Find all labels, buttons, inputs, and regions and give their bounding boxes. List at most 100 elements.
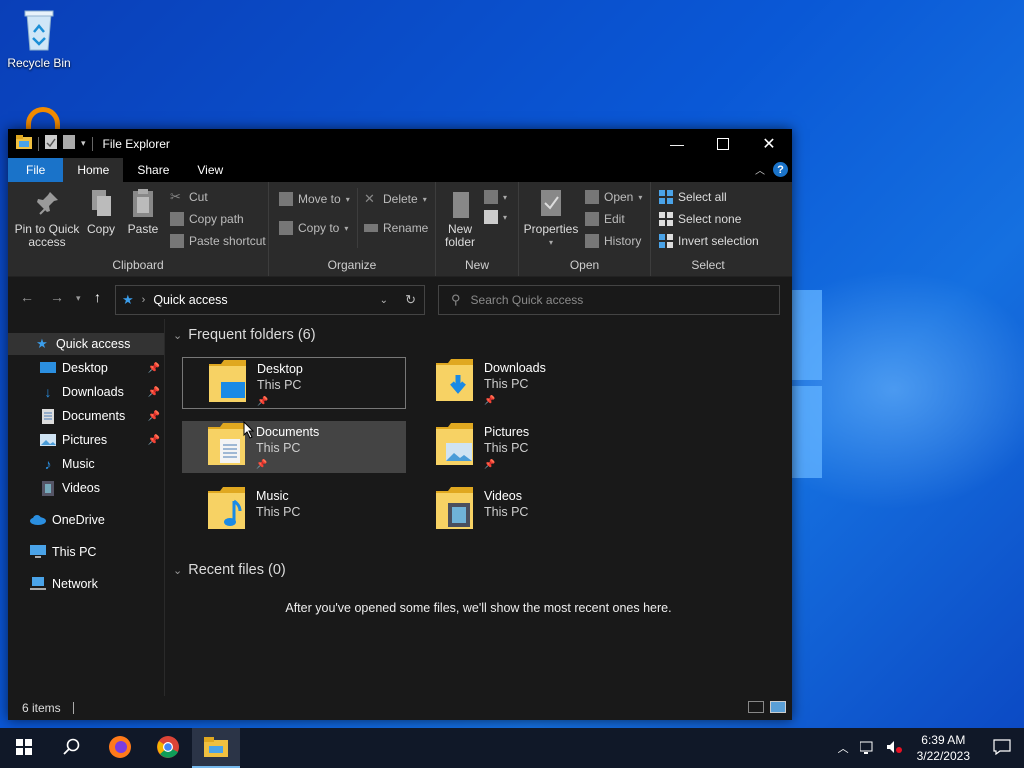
firefox-icon [108, 735, 132, 762]
ribbon-tabs: File Home Share View ︿ ? [8, 158, 792, 182]
vlc-desktop-icon[interactable] [26, 107, 60, 129]
sidebar-item-music[interactable]: ♪ Music [8, 453, 164, 475]
pin-icon[interactable]: 📌 [148, 435, 160, 446]
up-arrow-icon[interactable]: ↑ [94, 289, 101, 305]
open-button[interactable]: Open ▾ [585, 190, 642, 204]
chrome-taskbar-button[interactable] [144, 728, 192, 768]
sidebar-item-pictures[interactable]: Pictures 📌 [8, 429, 164, 451]
tab-view[interactable]: View [183, 158, 237, 182]
back-arrow-icon[interactable]: ← [20, 289, 34, 305]
easy-access-button[interactable]: ▾ [484, 210, 507, 224]
large-icons-view-icon[interactable] [770, 701, 786, 713]
network-status-icon[interactable] [855, 740, 881, 757]
new-folder-button[interactable]: New folder [442, 188, 478, 249]
action-center-button[interactable] [980, 728, 1024, 768]
pin-icon[interactable]: 📌 [484, 456, 529, 472]
folder-tile-music[interactable]: Music This PC [182, 485, 406, 537]
move-to-button[interactable]: Move to ▾ [279, 192, 350, 206]
copy-icon [88, 188, 114, 220]
pin-icon[interactable]: 📌 [148, 363, 160, 374]
sidebar-item-network[interactable]: Network [8, 573, 164, 595]
sidebar-item-documents[interactable]: Documents 📌 [8, 405, 164, 427]
folder-tile-downloads[interactable]: Downloads This PC 📌 [410, 357, 634, 409]
new-folder-qat-icon[interactable] [63, 135, 75, 152]
file-explorer-window: ▾ File Explorer — ✕ File Home Share View… [8, 129, 792, 720]
tab-share[interactable]: Share [123, 158, 183, 182]
content-pane: ⌄ Frequent folders (6) Desktop This PC 📌 [165, 319, 792, 696]
forward-arrow-icon[interactable]: → [50, 289, 64, 305]
pin-icon[interactable]: 📌 [256, 456, 319, 472]
recycle-bin-desktop-icon[interactable]: Recycle Bin [4, 8, 74, 70]
copy-to-button[interactable]: Copy to ▾ [279, 221, 348, 235]
history-icon [585, 234, 599, 248]
select-none-button[interactable]: Select none [659, 212, 741, 226]
pin-to-quick-access-button[interactable]: Pin to Quick access [14, 188, 80, 249]
recent-locations-chevron-icon[interactable]: ▾ [76, 293, 81, 304]
new-group: New folder ▾ ▾ New [436, 182, 519, 276]
close-button[interactable]: ✕ [746, 129, 792, 158]
maximize-button[interactable] [700, 129, 746, 158]
properties-button[interactable]: Properties ▾ [523, 188, 579, 249]
search-box[interactable]: ⚲ Search Quick access [438, 285, 780, 315]
edit-button[interactable]: Edit [585, 212, 625, 226]
sidebar-item-onedrive[interactable]: OneDrive [8, 509, 164, 531]
paste-button[interactable]: Paste [126, 188, 160, 236]
mouse-cursor-icon [243, 420, 255, 442]
volume-muted-icon[interactable] [881, 740, 907, 757]
pin-icon[interactable]: 📌 [257, 393, 303, 409]
address-location: Quick access [153, 293, 228, 307]
paste-shortcut-button[interactable]: Paste shortcut [170, 234, 266, 248]
delete-icon: ✕ [364, 191, 375, 206]
tab-file[interactable]: File [8, 158, 64, 182]
show-hidden-icons-chevron-icon[interactable]: ︿ [832, 740, 855, 756]
search-button[interactable] [48, 728, 96, 768]
details-view-icon[interactable] [748, 701, 764, 713]
firefox-taskbar-button[interactable] [96, 728, 144, 768]
sidebar-item-quick-access[interactable]: ★ Quick access [8, 333, 164, 355]
rename-button[interactable]: Rename [364, 221, 428, 235]
customize-qat-icon[interactable]: ▾ [81, 138, 86, 149]
search-icon [63, 738, 81, 759]
film-icon [40, 480, 56, 496]
maximize-icon [717, 137, 729, 150]
refresh-icon[interactable]: ↻ [405, 292, 416, 308]
cut-button[interactable]: ✂ Cut [170, 190, 208, 205]
taskbar-clock[interactable]: 6:39 AM 3/22/2023 [907, 732, 980, 764]
recent-files-header[interactable]: ⌄ Recent files (0) [173, 562, 286, 578]
history-button[interactable]: History [585, 234, 641, 248]
open-icon [585, 190, 599, 204]
select-none-icon [659, 212, 673, 226]
tab-home[interactable]: Home [63, 158, 124, 182]
sidebar-item-videos[interactable]: Videos [8, 477, 164, 499]
star-icon: ★ [36, 336, 48, 351]
sidebar-item-this-pc[interactable]: This PC [8, 541, 164, 563]
file-explorer-taskbar-button[interactable] [192, 728, 240, 768]
folder-tile-documents[interactable]: Documents This PC 📌 [182, 421, 406, 473]
delete-button[interactable]: ✕ Delete ▾ [364, 191, 427, 207]
new-item-icon [484, 190, 498, 204]
folder-tile-desktop[interactable]: Desktop This PC 📌 [182, 357, 406, 409]
invert-selection-button[interactable]: Invert selection [659, 234, 759, 248]
copy-button[interactable]: Copy [84, 188, 118, 236]
pin-icon[interactable]: 📌 [484, 392, 546, 408]
address-dropdown-chevron-icon[interactable]: ⌄ [380, 295, 388, 306]
organize-group-label: Organize [327, 258, 377, 272]
folder-tile-pictures[interactable]: Pictures This PC 📌 [410, 421, 634, 473]
start-button[interactable] [0, 728, 48, 768]
new-item-button[interactable]: ▾ [484, 190, 507, 204]
pin-icon[interactable]: 📌 [148, 411, 160, 422]
help-icon[interactable]: ? [773, 162, 788, 177]
address-bar[interactable]: ★ › Quick access ⌄ ↻ [115, 285, 425, 315]
properties-icon[interactable] [45, 135, 57, 152]
select-all-button[interactable]: Select all [659, 190, 727, 204]
sidebar-item-downloads[interactable]: ↓ Downloads 📌 [8, 381, 164, 403]
clipboard-group: Pin to Quick access Copy Paste ✂ Cut Cop… [8, 182, 269, 276]
collapse-ribbon-icon[interactable]: ︿ [755, 162, 765, 177]
folder-tile-videos[interactable]: Videos This PC [410, 485, 634, 537]
title-bar[interactable]: ▾ File Explorer — ✕ [8, 129, 792, 158]
minimize-button[interactable]: — [654, 129, 700, 158]
copy-path-button[interactable]: Copy path [170, 212, 244, 226]
sidebar-item-desktop[interactable]: Desktop 📌 [8, 357, 164, 379]
frequent-folders-header[interactable]: ⌄ Frequent folders (6) [173, 327, 316, 343]
pin-icon[interactable]: 📌 [148, 387, 160, 398]
